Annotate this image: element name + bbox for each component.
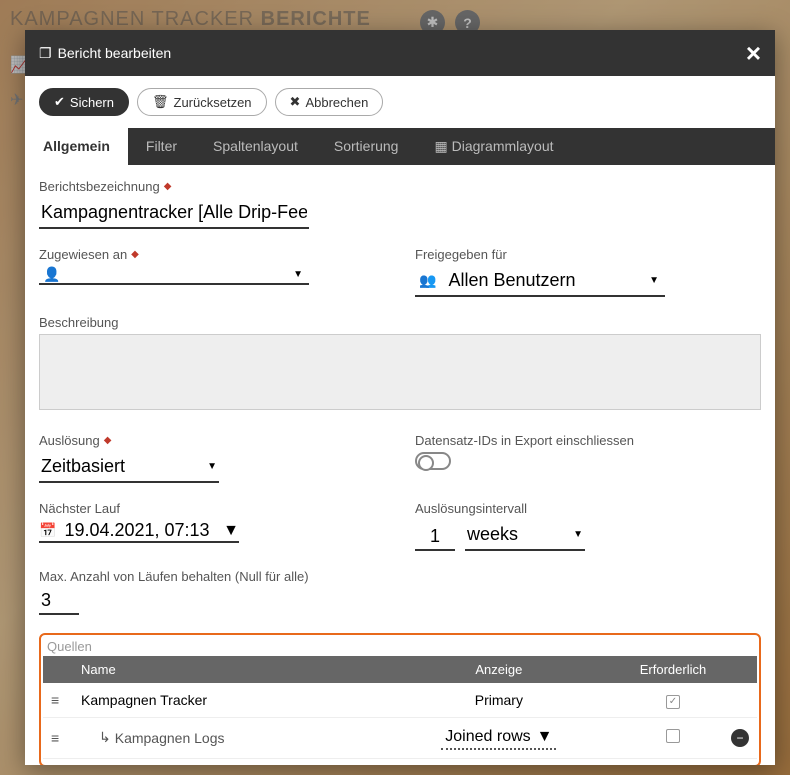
tab-general[interactable]: Allgemein <box>25 128 128 165</box>
modal-title: Bericht bearbeiten <box>58 45 172 61</box>
user-icon: 👤 <box>39 266 64 283</box>
chevron-down-icon: ▼ <box>223 522 239 540</box>
next-run-label: Nächster Lauf <box>39 501 385 516</box>
description-input[interactable] <box>39 334 761 410</box>
cancel-button[interactable]: ✖ Abbrechen <box>275 88 384 116</box>
report-name-input[interactable] <box>39 198 309 229</box>
tab-filter[interactable]: Filter <box>128 128 195 165</box>
assigned-label: Zugewiesen an◆ <box>39 247 385 262</box>
drag-handle-icon[interactable]: ≡ <box>51 730 59 746</box>
interval-number-input[interactable] <box>415 524 455 551</box>
modal-header: ❐ Bericht bearbeiten × <box>25 30 775 76</box>
required-icon: ◆ <box>164 181 172 192</box>
chevron-down-icon: ▼ <box>287 269 309 280</box>
calendar-icon: 📅 <box>39 522 56 539</box>
form-body: Berichtsbezeichnung◆ Zugewiesen an◆ 👤 ▼ … <box>25 165 775 765</box>
max-runs-input[interactable] <box>39 588 79 615</box>
interval-unit-select[interactable]: weeks ▼ <box>465 520 585 551</box>
chevron-down-icon: ▼ <box>207 461 217 472</box>
drag-handle-icon[interactable]: ≡ <box>51 692 59 708</box>
close-icon[interactable]: × <box>746 40 761 66</box>
copy-icon: ❐ <box>39 45 52 62</box>
table-row: ≡ Kampagnen Tracker Primary ✓ <box>43 683 757 717</box>
description-label: Beschreibung <box>39 315 761 330</box>
sources-section: Quellen Name Anzeige Erforderlich ≡ Kamp… <box>39 633 761 765</box>
tab-columns[interactable]: Spaltenlayout <box>195 128 316 165</box>
source-name: Kampagnen Tracker <box>73 683 375 717</box>
grid-icon: ▦ <box>434 138 447 154</box>
interval-label: Auslösungsintervall <box>415 501 761 516</box>
col-display: Anzeige <box>375 656 623 683</box>
max-runs-label: Max. Anzahl von Läufen behalten (Null fü… <box>39 569 761 584</box>
report-name-label: Berichtsbezeichnung◆ <box>39 179 761 194</box>
include-ids-label: Datensatz-IDs in Export einschliessen <box>415 433 761 448</box>
required-checkbox[interactable] <box>666 729 680 743</box>
trash-icon: 🗑 <box>152 94 169 110</box>
next-run-input[interactable]: 📅 19.04.2021, 07:13 ▼ <box>39 520 239 543</box>
required-checkbox[interactable]: ✓ <box>666 695 680 709</box>
trigger-label: Auslösung◆ <box>39 433 385 448</box>
tab-sort[interactable]: Sortierung <box>316 128 417 165</box>
link-icon: ↳ <box>99 729 111 746</box>
required-icon: ◆ <box>131 249 139 260</box>
edit-report-modal: ❐ Bericht bearbeiten × ✔ Sichern 🗑 Zurüc… <box>25 30 775 765</box>
chevron-down-icon: ▼ <box>537 728 553 746</box>
chevron-down-icon: ▼ <box>643 275 665 286</box>
tab-bar: Allgemein Filter Spaltenlayout Sortierun… <box>25 128 775 165</box>
col-required: Erforderlich <box>623 656 723 683</box>
chevron-down-icon: ▼ <box>573 529 583 540</box>
sources-title: Quellen <box>43 639 757 656</box>
col-name: Name <box>73 656 375 683</box>
source-display: Primary <box>375 683 623 717</box>
tab-chart[interactable]: ▦ Diagrammlayout <box>416 128 571 165</box>
include-ids-toggle[interactable] <box>415 452 451 470</box>
table-row: ≡ ↳Kampagnen Logs Joined rows ▼ − <box>43 717 757 758</box>
required-icon: ◆ <box>104 435 112 446</box>
modal-toolbar: ✔ Sichern 🗑 Zurücksetzen ✖ Abbrechen <box>25 76 775 128</box>
trigger-select[interactable]: Zeitbasiert ▼ <box>39 452 219 483</box>
shared-select[interactable]: 👥 Allen Benutzern ▼ <box>415 266 665 297</box>
shared-label: Freigegeben für <box>415 247 761 262</box>
display-select[interactable]: Joined rows ▼ <box>441 726 556 750</box>
users-icon: 👥 <box>415 272 440 289</box>
assigned-select[interactable]: 👤 ▼ <box>39 266 309 285</box>
sources-table: Name Anzeige Erforderlich ≡ Kampagnen Tr… <box>43 656 757 759</box>
check-icon: ✔ <box>54 94 65 110</box>
remove-icon[interactable]: − <box>731 729 749 747</box>
save-button[interactable]: ✔ Sichern <box>39 88 129 116</box>
cancel-icon: ✖ <box>290 94 301 110</box>
reset-button[interactable]: 🗑 Zurücksetzen <box>137 88 267 116</box>
